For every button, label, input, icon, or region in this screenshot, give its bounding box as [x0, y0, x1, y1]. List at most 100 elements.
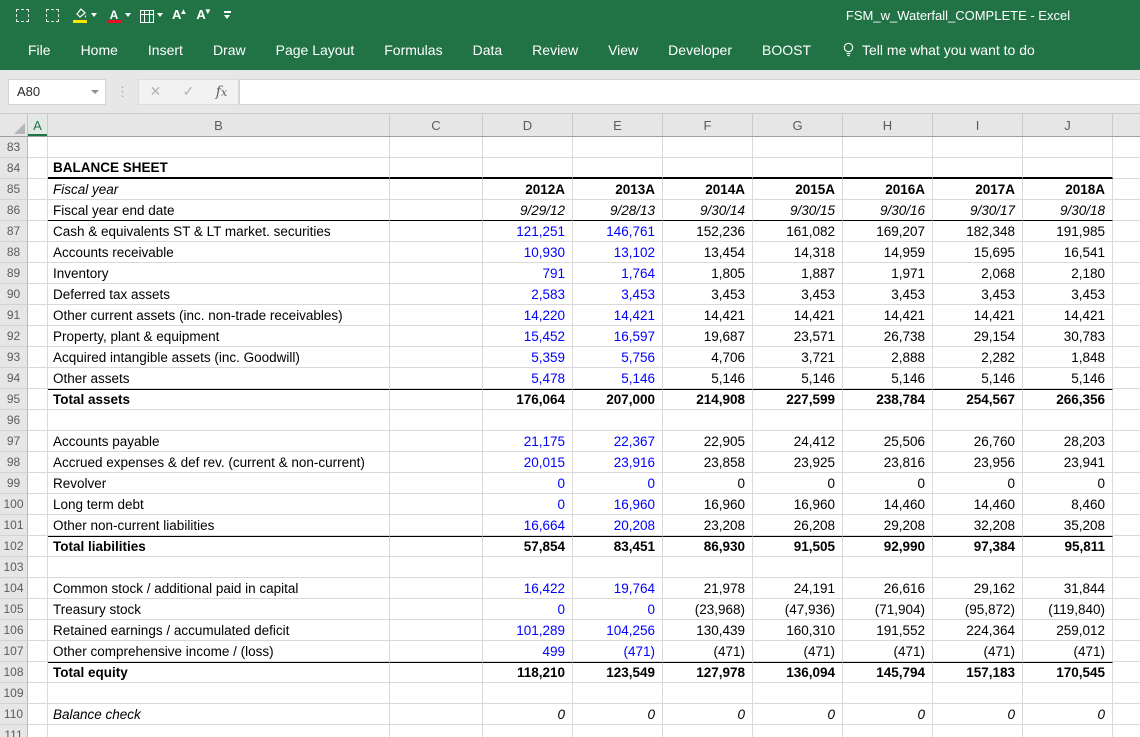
cell-D97[interactable]: 21,175 [483, 431, 573, 452]
cell-F110[interactable]: 0 [663, 704, 753, 725]
cell-J83[interactable] [1023, 137, 1113, 158]
cell-partial-91[interactable] [1113, 305, 1140, 326]
cell-partial-86[interactable] [1113, 200, 1140, 221]
tab-draw[interactable]: Draw [198, 30, 261, 70]
cell-J96[interactable] [1023, 410, 1113, 431]
cell-G92[interactable]: 23,571 [753, 326, 843, 347]
cell-G109[interactable] [753, 683, 843, 704]
cell-partial-87[interactable] [1113, 221, 1140, 242]
cell-B83[interactable] [48, 137, 390, 158]
cell-G94[interactable]: 5,146 [753, 368, 843, 389]
row-header-97[interactable]: 97 [0, 431, 28, 452]
cell-B102[interactable]: Total liabilities [48, 536, 390, 557]
cell-I83[interactable] [933, 137, 1023, 158]
cell-C105[interactable] [390, 599, 483, 620]
cell-D102[interactable]: 57,854 [483, 536, 573, 557]
cell-C93[interactable] [390, 347, 483, 368]
cell-B89[interactable]: Inventory [48, 263, 390, 284]
cell-G98[interactable]: 23,925 [753, 452, 843, 473]
cell-D103[interactable] [483, 557, 573, 578]
tab-boost[interactable]: BOOST [747, 30, 826, 70]
cell-partial-109[interactable] [1113, 683, 1140, 704]
cell-partial-98[interactable] [1113, 452, 1140, 473]
cell-partial-84[interactable] [1113, 158, 1140, 179]
cell-E83[interactable] [573, 137, 663, 158]
column-header-B[interactable]: B [48, 114, 390, 136]
cell-E106[interactable]: 104,256 [573, 620, 663, 641]
cell-partial-96[interactable] [1113, 410, 1140, 431]
tab-view[interactable]: View [593, 30, 653, 70]
cell-F84[interactable] [663, 158, 753, 179]
cell-partial-111[interactable] [1113, 725, 1140, 737]
cell-G105[interactable]: (47,936) [753, 599, 843, 620]
row-header-88[interactable]: 88 [0, 242, 28, 263]
cell-B107[interactable]: Other comprehensive income / (loss) [48, 641, 390, 662]
cell-H103[interactable] [843, 557, 933, 578]
chevron-down-icon[interactable] [91, 90, 99, 94]
cell-H106[interactable]: 191,552 [843, 620, 933, 641]
tab-review[interactable]: Review [517, 30, 593, 70]
cell-E97[interactable]: 22,367 [573, 431, 663, 452]
cell-D99[interactable]: 0 [483, 473, 573, 494]
cell-J104[interactable]: 31,844 [1023, 578, 1113, 599]
cell-C96[interactable] [390, 410, 483, 431]
cell-A97[interactable] [28, 431, 48, 452]
cell-H111[interactable] [843, 725, 933, 737]
cell-D110[interactable]: 0 [483, 704, 573, 725]
cell-partial-93[interactable] [1113, 347, 1140, 368]
cell-B84[interactable]: BALANCE SHEET [48, 158, 390, 179]
cell-H93[interactable]: 2,888 [843, 347, 933, 368]
cell-E100[interactable]: 16,960 [573, 494, 663, 515]
row-header-91[interactable]: 91 [0, 305, 28, 326]
increase-font-size-icon[interactable]: A▲ [172, 8, 187, 22]
cell-A85[interactable] [28, 179, 48, 200]
cell-C107[interactable] [390, 641, 483, 662]
cell-E107[interactable]: (471) [573, 641, 663, 662]
cell-H102[interactable]: 92,990 [843, 536, 933, 557]
cell-A96[interactable] [28, 410, 48, 431]
cell-A95[interactable] [28, 389, 48, 410]
cell-I103[interactable] [933, 557, 1023, 578]
row-header-86[interactable]: 86 [0, 200, 28, 221]
tab-page-layout[interactable]: Page Layout [261, 30, 370, 70]
cell-E95[interactable]: 207,000 [573, 389, 663, 410]
column-header-D[interactable]: D [483, 114, 573, 136]
cell-C97[interactable] [390, 431, 483, 452]
table-dashed-icon[interactable] [16, 9, 29, 22]
cell-G89[interactable]: 1,887 [753, 263, 843, 284]
cell-partial-95[interactable] [1113, 389, 1140, 410]
cell-H107[interactable]: (471) [843, 641, 933, 662]
row-header-101[interactable]: 101 [0, 515, 28, 536]
cell-C103[interactable] [390, 557, 483, 578]
cell-I88[interactable]: 15,695 [933, 242, 1023, 263]
tab-home[interactable]: Home [66, 30, 133, 70]
cell-A110[interactable] [28, 704, 48, 725]
cell-I105[interactable]: (95,872) [933, 599, 1023, 620]
cell-partial-102[interactable] [1113, 536, 1140, 557]
column-header-A[interactable]: A [28, 114, 48, 136]
cell-F99[interactable]: 0 [663, 473, 753, 494]
cell-J89[interactable]: 2,180 [1023, 263, 1113, 284]
cell-D90[interactable]: 2,583 [483, 284, 573, 305]
cell-G101[interactable]: 26,208 [753, 515, 843, 536]
cell-I86[interactable]: 9/30/17 [933, 200, 1023, 221]
cell-A94[interactable] [28, 368, 48, 389]
cell-C101[interactable] [390, 515, 483, 536]
cell-G108[interactable]: 136,094 [753, 662, 843, 683]
cell-J90[interactable]: 3,453 [1023, 284, 1113, 305]
cell-B106[interactable]: Retained earnings / accumulated deficit [48, 620, 390, 641]
cell-B101[interactable]: Other non-current liabilities [48, 515, 390, 536]
cell-E96[interactable] [573, 410, 663, 431]
cell-F95[interactable]: 214,908 [663, 389, 753, 410]
cell-H96[interactable] [843, 410, 933, 431]
cell-I90[interactable]: 3,453 [933, 284, 1023, 305]
cell-E111[interactable] [573, 725, 663, 737]
cell-B98[interactable]: Accrued expenses & def rev. (current & n… [48, 452, 390, 473]
cell-B94[interactable]: Other assets [48, 368, 390, 389]
borders-button[interactable] [140, 8, 163, 23]
cell-J91[interactable]: 14,421 [1023, 305, 1113, 326]
cell-G111[interactable] [753, 725, 843, 737]
cell-A86[interactable] [28, 200, 48, 221]
cell-A105[interactable] [28, 599, 48, 620]
cell-G91[interactable]: 14,421 [753, 305, 843, 326]
